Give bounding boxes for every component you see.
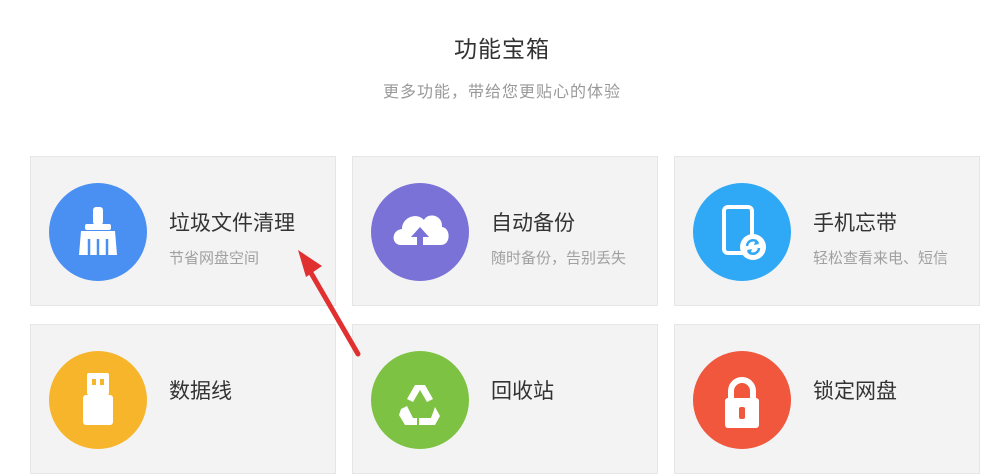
card-description: 轻松查看来电、短信 <box>813 249 949 267</box>
card-title: 数据线 <box>169 379 232 403</box>
card-title: 手机忘带 <box>813 211 897 235</box>
card-junk-cleanup[interactable]: 垃圾文件清理 节省网盘空间 <box>30 156 336 306</box>
card-title: 垃圾文件清理 <box>169 211 295 235</box>
lock-icon <box>725 377 759 428</box>
page-title: 功能宝箱 <box>454 37 550 63</box>
card-auto-backup[interactable]: 自动备份 随时备份，告别丢失 <box>352 156 658 306</box>
phone-sync-icon <box>722 205 766 260</box>
card-phone-forgotten[interactable]: 手机忘带 轻松查看来电、短信 <box>674 156 980 306</box>
card-description: 随时备份，告别丢失 <box>491 249 627 267</box>
card-icon-circle <box>693 183 791 281</box>
usb-cable-icon <box>83 373 113 425</box>
card-title: 回收站 <box>491 379 554 403</box>
broom-icon <box>79 207 117 255</box>
page-subtitle: 更多功能，带给您更贴心的体验 <box>382 82 621 101</box>
card-icon-circle <box>693 351 791 449</box>
cloud-upload-icon <box>393 215 449 249</box>
card-description: 节省网盘空间 <box>169 249 260 267</box>
card-recycle-bin[interactable]: 回收站 <box>352 324 658 474</box>
card-data-cable[interactable]: 数据线 <box>30 324 336 474</box>
card-title: 自动备份 <box>491 211 575 235</box>
card-icon-circle <box>49 351 147 449</box>
card-lock-drive[interactable]: 锁定网盘 <box>674 324 980 474</box>
card-icon-circle <box>49 183 147 281</box>
card-icon-circle <box>371 351 469 449</box>
card-title: 锁定网盘 <box>813 379 897 403</box>
card-icon-circle <box>371 183 469 281</box>
recycle-icon <box>399 385 440 425</box>
